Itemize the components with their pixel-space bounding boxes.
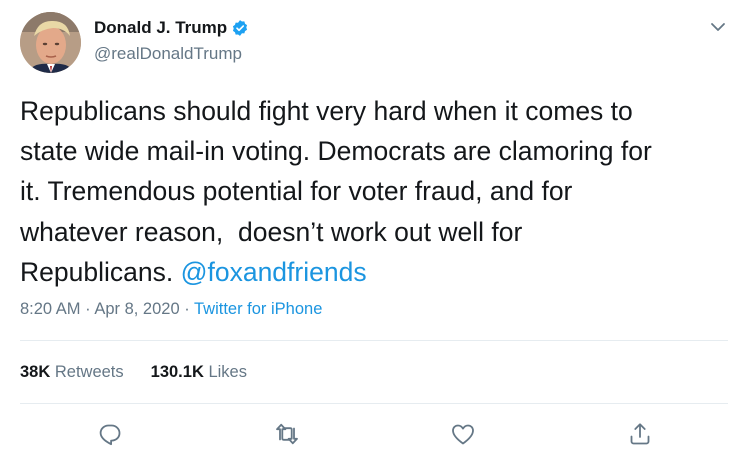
- retweets-stat[interactable]: 38K Retweets: [20, 361, 124, 383]
- tweet-text-line: whatever reason, doesn’t work out well f…: [20, 216, 523, 247]
- likes-count: 130.1K: [150, 363, 204, 381]
- like-icon[interactable]: [449, 420, 477, 448]
- reply-icon[interactable]: [96, 420, 124, 448]
- tweet-text-line: Republicans should fight very hard when …: [20, 96, 633, 126]
- mention-link[interactable]: @foxandfriends: [181, 257, 367, 287]
- author-display-name[interactable]: Donald J. Trump: [94, 17, 227, 39]
- divider: [20, 403, 728, 404]
- tweet-text-line: it. Tremendous potential for voter fraud…: [20, 176, 573, 207]
- retweets-count: 38K: [20, 363, 51, 381]
- author-name-row[interactable]: Donald J. Trump: [94, 17, 249, 39]
- tweet-text-line: Republicans.: [20, 256, 181, 287]
- retweet-icon[interactable]: [273, 420, 301, 448]
- author-handle[interactable]: @realDonaldTrump: [94, 44, 242, 64]
- tweet-text: Republicans should fight very hard when …: [20, 91, 720, 292]
- divider: [20, 340, 728, 341]
- share-icon[interactable]: [626, 420, 654, 448]
- engagement-stats: 38K Retweets 130.1K Likes: [20, 361, 247, 383]
- tweet-metadata: 8:20 AM · Apr 8, 2020 · Twitter for iPho…: [20, 298, 322, 320]
- verified-badge-icon: [231, 19, 249, 37]
- profile-photo-icon: [20, 12, 81, 73]
- tweet-source-link[interactable]: Twitter for iPhone: [194, 300, 322, 318]
- tweet-text-line: state wide mail-in voting. Democrats are…: [20, 136, 652, 167]
- more-options-chevron-down-icon[interactable]: [707, 16, 729, 38]
- tweet-time[interactable]: 8:20 AM: [20, 300, 81, 318]
- meta-separator: ·: [179, 300, 194, 318]
- meta-separator: ·: [80, 300, 95, 318]
- likes-stat[interactable]: 130.1K Likes: [151, 361, 247, 383]
- tweet-date[interactable]: Apr 8, 2020: [94, 300, 179, 318]
- retweets-label: Retweets: [50, 363, 124, 381]
- tweet-card: Donald J. Trump @realDonaldTrump Republi…: [0, 0, 748, 463]
- tweet-text-line-last: Republicans. @foxandfriends: [20, 252, 720, 292]
- author-avatar[interactable]: [20, 12, 81, 73]
- likes-label: Likes: [203, 363, 247, 381]
